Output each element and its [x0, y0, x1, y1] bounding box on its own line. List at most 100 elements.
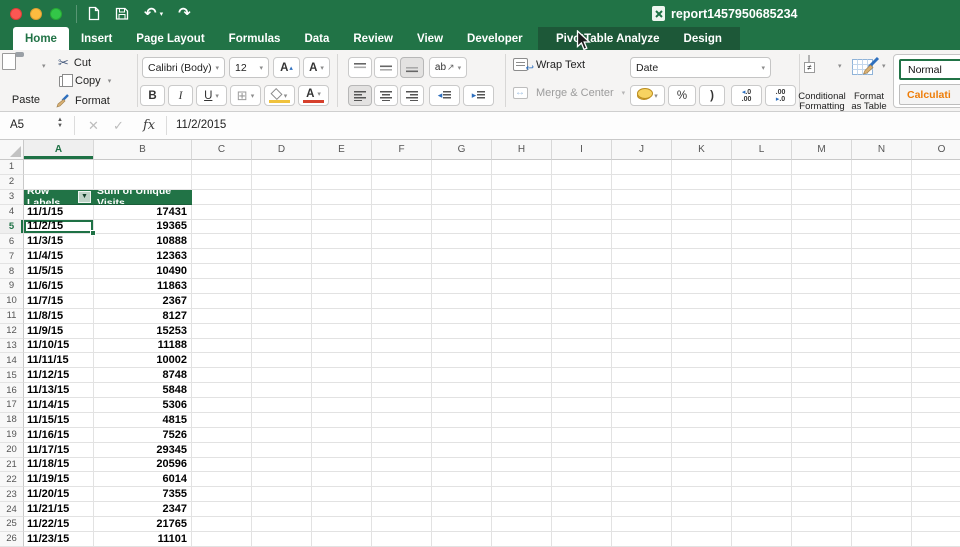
number-format-combo[interactable]: Date ▾ — [630, 57, 771, 78]
cell-F20[interactable] — [372, 443, 432, 458]
cell-C1[interactable] — [192, 160, 252, 175]
cell-J11[interactable] — [612, 309, 672, 324]
cell-A8[interactable]: 11/5/15 — [24, 264, 94, 279]
cell-H3[interactable] — [492, 190, 552, 205]
cell-G13[interactable] — [432, 339, 492, 354]
cell-D10[interactable] — [252, 294, 312, 309]
cell-D9[interactable] — [252, 279, 312, 294]
cell-K2[interactable] — [672, 175, 732, 190]
cell-A23[interactable]: 11/20/15 — [24, 487, 94, 502]
cell-I21[interactable] — [552, 458, 612, 473]
cell-L24[interactable] — [732, 502, 792, 517]
cell-O10[interactable] — [912, 294, 960, 309]
cell-M21[interactable] — [792, 458, 852, 473]
cell-K19[interactable] — [672, 428, 732, 443]
cell-N1[interactable] — [852, 160, 912, 175]
cell-L26[interactable] — [732, 532, 792, 547]
format-as-table-caret-icon[interactable]: ▾ — [882, 62, 886, 70]
cell-N21[interactable] — [852, 458, 912, 473]
cell-O5[interactable] — [912, 220, 960, 235]
cell-F13[interactable] — [372, 339, 432, 354]
cell-B17[interactable]: 5306 — [94, 398, 192, 413]
align-middle-button[interactable] — [374, 57, 398, 78]
cell-B16[interactable]: 5848 — [94, 383, 192, 398]
cell-A10[interactable]: 11/7/15 — [24, 294, 94, 309]
cell-F16[interactable] — [372, 383, 432, 398]
cell-F3[interactable] — [372, 190, 432, 205]
cell-G8[interactable] — [432, 264, 492, 279]
cell-M5[interactable] — [792, 220, 852, 235]
cell-C24[interactable] — [192, 502, 252, 517]
cell-D4[interactable] — [252, 205, 312, 220]
cell-I16[interactable] — [552, 383, 612, 398]
cell-O16[interactable] — [912, 383, 960, 398]
minimize-window-button[interactable] — [30, 8, 42, 20]
cell-L13[interactable] — [732, 339, 792, 354]
column-header-j[interactable]: J — [612, 140, 672, 160]
cell-A12[interactable]: 11/9/15 — [24, 324, 94, 339]
cell-O12[interactable] — [912, 324, 960, 339]
cell-C5[interactable] — [192, 220, 252, 235]
column-header-d[interactable]: D — [252, 140, 312, 160]
cell-O14[interactable] — [912, 353, 960, 368]
cell-L4[interactable] — [732, 205, 792, 220]
cell-M18[interactable] — [792, 413, 852, 428]
cell-A6[interactable]: 11/3/15 — [24, 234, 94, 249]
cell-J18[interactable] — [612, 413, 672, 428]
cell-A14[interactable]: 11/11/15 — [24, 353, 94, 368]
cell-N6[interactable] — [852, 234, 912, 249]
cell-O23[interactable] — [912, 487, 960, 502]
cell-G25[interactable] — [432, 517, 492, 532]
font-size-combo[interactable]: 12 ▾ — [229, 57, 269, 78]
cell-J16[interactable] — [612, 383, 672, 398]
cell-H15[interactable] — [492, 368, 552, 383]
cell-J8[interactable] — [612, 264, 672, 279]
cell-A7[interactable]: 11/4/15 — [24, 249, 94, 264]
cell-D19[interactable] — [252, 428, 312, 443]
cell-E16[interactable] — [312, 383, 372, 398]
cell-K10[interactable] — [672, 294, 732, 309]
cell-J9[interactable] — [612, 279, 672, 294]
cell-D5[interactable] — [252, 220, 312, 235]
cell-H9[interactable] — [492, 279, 552, 294]
cell-L10[interactable] — [732, 294, 792, 309]
cell-A16[interactable]: 11/13/15 — [24, 383, 94, 398]
paste-button[interactable] — [9, 55, 11, 67]
cell-F4[interactable] — [372, 205, 432, 220]
cell-N2[interactable] — [852, 175, 912, 190]
cell-K11[interactable] — [672, 309, 732, 324]
column-header-h[interactable]: H — [492, 140, 552, 160]
cell-F11[interactable] — [372, 309, 432, 324]
cell-style-normal[interactable]: Normal — [899, 59, 960, 80]
align-right-button[interactable] — [400, 85, 424, 106]
tab-view[interactable]: View — [405, 27, 455, 50]
cell-I23[interactable] — [552, 487, 612, 502]
font-color-button[interactable]: A ▾ — [298, 85, 329, 106]
cell-G26[interactable] — [432, 532, 492, 547]
cell-B9[interactable]: 11863 — [94, 279, 192, 294]
cell-H7[interactable] — [492, 249, 552, 264]
row-header-24[interactable]: 24 — [0, 502, 24, 517]
cell-C8[interactable] — [192, 264, 252, 279]
cell-M8[interactable] — [792, 264, 852, 279]
cell-N7[interactable] — [852, 249, 912, 264]
cell-H8[interactable] — [492, 264, 552, 279]
decrease-indent-button[interactable]: ◂ — [429, 85, 460, 106]
cell-L18[interactable] — [732, 413, 792, 428]
bold-button[interactable]: B — [140, 85, 165, 106]
cell-J19[interactable] — [612, 428, 672, 443]
cell-E6[interactable] — [312, 234, 372, 249]
cell-K21[interactable] — [672, 458, 732, 473]
cell-A24[interactable]: 11/21/15 — [24, 502, 94, 517]
cell-H16[interactable] — [492, 383, 552, 398]
cell-A21[interactable]: 11/18/15 — [24, 458, 94, 473]
cell-D1[interactable] — [252, 160, 312, 175]
copy-dropdown-caret-icon[interactable]: ▾ — [108, 77, 112, 85]
cell-D21[interactable] — [252, 458, 312, 473]
row-header-16[interactable]: 16 — [0, 383, 24, 398]
cell-E24[interactable] — [312, 502, 372, 517]
cell-B15[interactable]: 8748 — [94, 368, 192, 383]
cell-H25[interactable] — [492, 517, 552, 532]
cell-C9[interactable] — [192, 279, 252, 294]
cell-F14[interactable] — [372, 353, 432, 368]
